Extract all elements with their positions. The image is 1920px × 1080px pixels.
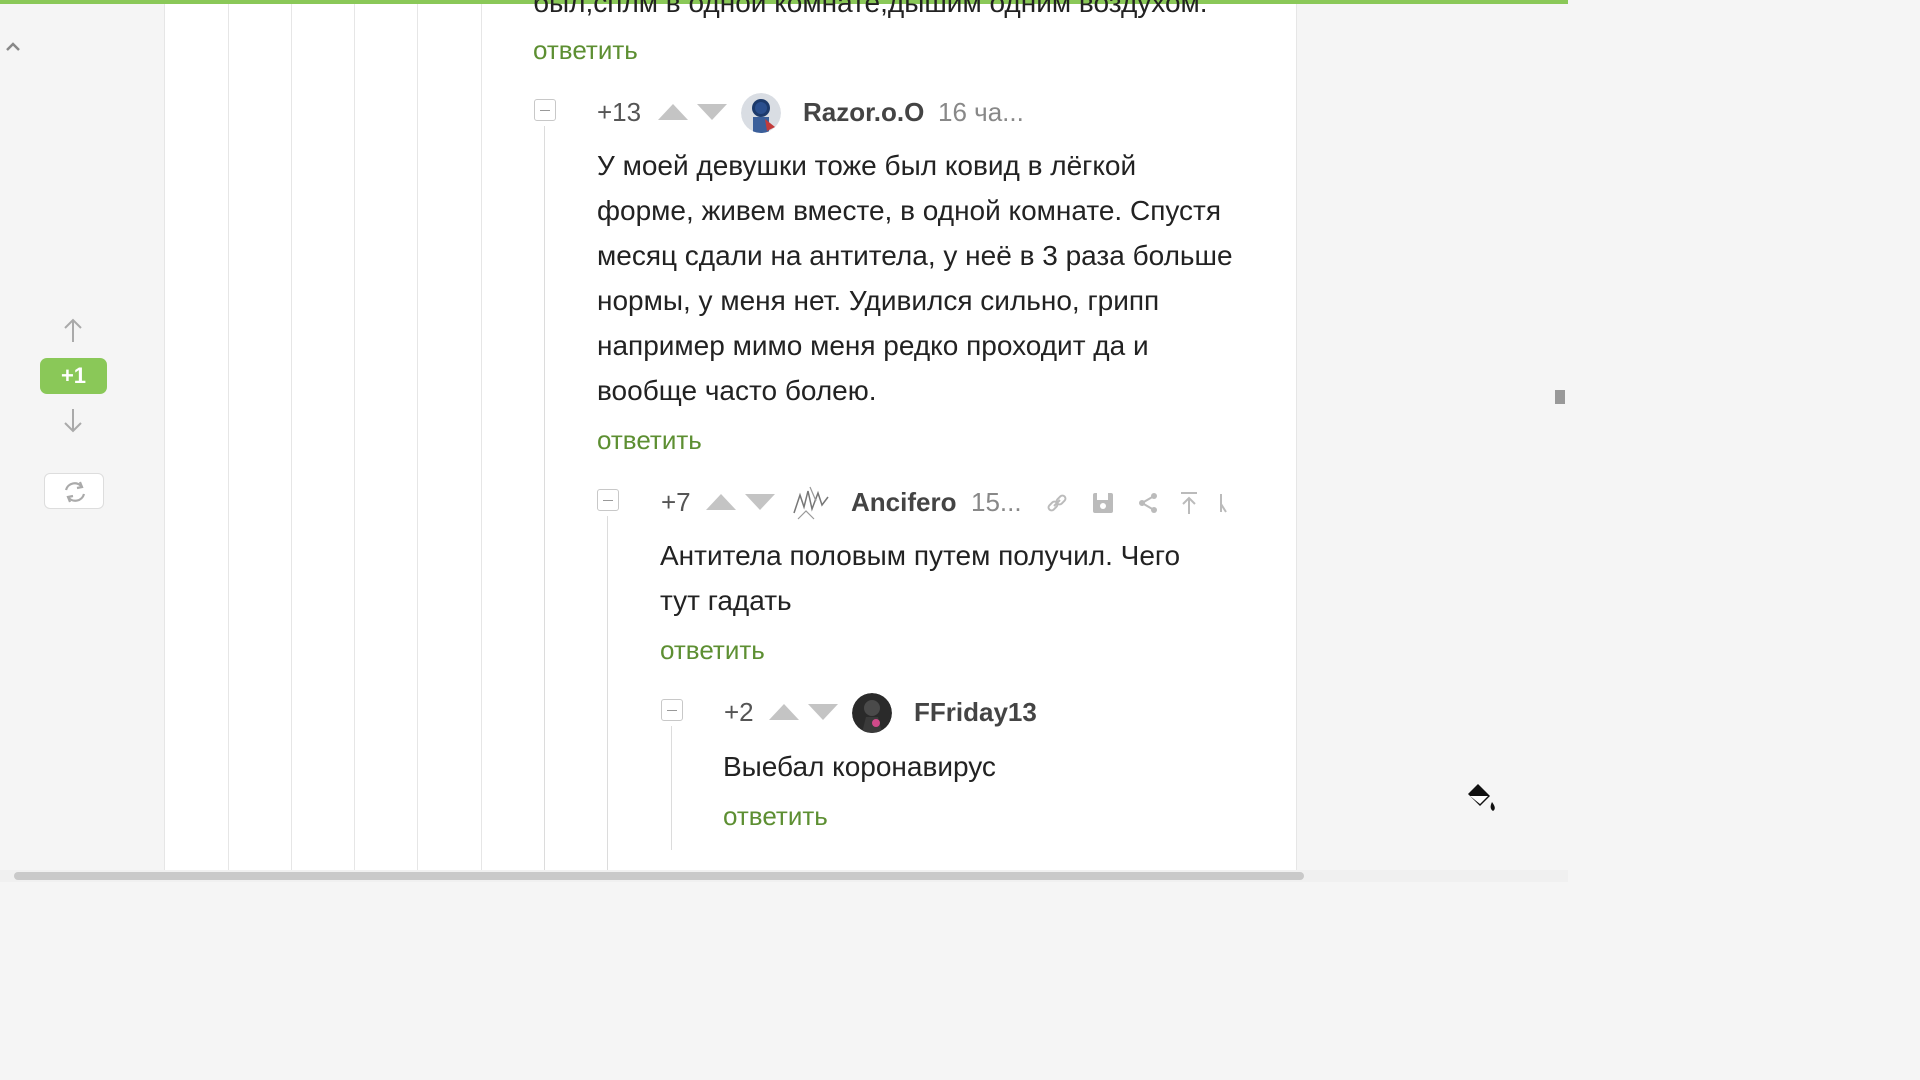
- link-icon[interactable]: [1044, 490, 1070, 516]
- arrow-down-icon: [64, 409, 82, 433]
- comment-line: У моей девушки тоже был ковид в лёгкой: [597, 150, 1137, 181]
- comment-line: тут гадать: [660, 585, 792, 616]
- branch-line: [544, 126, 545, 870]
- share-icon[interactable]: [1135, 490, 1161, 516]
- reply-link[interactable]: ответить: [533, 35, 638, 66]
- arrow-up-icon: [64, 318, 82, 342]
- comment-score: +2: [724, 697, 754, 727]
- rating-value: +1: [60, 363, 87, 388]
- comment-time: 15...: [971, 487, 1022, 517]
- refresh-button[interactable]: [44, 473, 104, 509]
- comment-line: нормы, у меня нет. Удивился сильно, грип…: [597, 285, 1160, 316]
- refresh-icon: [64, 481, 86, 503]
- comment-time: 16 ча...: [938, 97, 1024, 127]
- reply-link[interactable]: ответить: [723, 801, 828, 832]
- comment-text-partial: был,сплм в одной комнате,дышим одним воз…: [533, 0, 1208, 18]
- scroll-up-button[interactable]: [62, 316, 84, 344]
- username[interactable]: Razor.o.O: [803, 97, 924, 128]
- paint-bucket-icon: [1468, 784, 1495, 811]
- downvote-button[interactable]: [697, 104, 727, 120]
- comment-score: +7: [661, 487, 691, 517]
- collapse-button[interactable]: [597, 489, 619, 511]
- comments-column: [164, 4, 1297, 870]
- theme-paint-button[interactable]: [1464, 782, 1500, 816]
- save-icon[interactable]: [1090, 490, 1116, 516]
- downvote-button[interactable]: [745, 494, 775, 510]
- comment-text: Антитела половым путем получил. Чего тут…: [660, 533, 1180, 623]
- thread-line: [481, 4, 482, 870]
- collapse-chevron-button[interactable]: [4, 38, 22, 54]
- rating-badge: +1: [40, 358, 107, 394]
- upvote-button[interactable]: [706, 494, 736, 510]
- thread-line: [417, 4, 418, 870]
- comment-line: Выебал коронавирус: [723, 751, 996, 782]
- comment-score: +13: [597, 97, 642, 127]
- thread-line: [291, 4, 292, 870]
- scroll-down-button[interactable]: [62, 407, 84, 435]
- scroll-to-top-icon[interactable]: [1176, 490, 1202, 516]
- avatar[interactable]: [741, 93, 781, 133]
- collapse-button[interactable]: [534, 99, 556, 121]
- downvote-button[interactable]: [808, 704, 838, 720]
- comment-line: вообще часто болею.: [597, 375, 877, 406]
- thread-line: [354, 4, 355, 870]
- avatar[interactable]: [790, 483, 830, 523]
- horizontal-scrollbar-thumb[interactable]: [14, 872, 1304, 880]
- comment-text: У моей девушки тоже был ковид в лёгкой ф…: [597, 143, 1233, 413]
- branch-line: [671, 726, 672, 850]
- collapse-button[interactable]: [661, 699, 683, 721]
- branch-line: [607, 516, 608, 870]
- more-icon[interactable]: [1212, 490, 1230, 516]
- comment-text: Выебал коронавирус: [723, 744, 996, 789]
- chevron-up-icon: [6, 42, 20, 51]
- horizontal-scrollbar[interactable]: [0, 870, 1568, 882]
- upvote-button[interactable]: [658, 104, 688, 120]
- username[interactable]: FFriday13: [914, 697, 1037, 728]
- username[interactable]: Ancifero: [851, 487, 956, 518]
- avatar[interactable]: [852, 693, 892, 733]
- reply-link[interactable]: ответить: [660, 635, 765, 666]
- comment-line: месяц сдали на антитела, у неё в 3 раза …: [597, 240, 1233, 271]
- thread-line: [228, 4, 229, 870]
- comment-line: например мимо меня редко проходит да и: [597, 330, 1149, 361]
- comment-line: Антитела половым путем получил. Чего: [660, 540, 1181, 571]
- reply-link[interactable]: ответить: [597, 425, 702, 456]
- comment-line: форме, живем вместе, в одной комнате. Сп…: [597, 195, 1222, 226]
- upvote-button[interactable]: [769, 704, 799, 720]
- vertical-scrollbar-thumb[interactable]: [1555, 390, 1565, 404]
